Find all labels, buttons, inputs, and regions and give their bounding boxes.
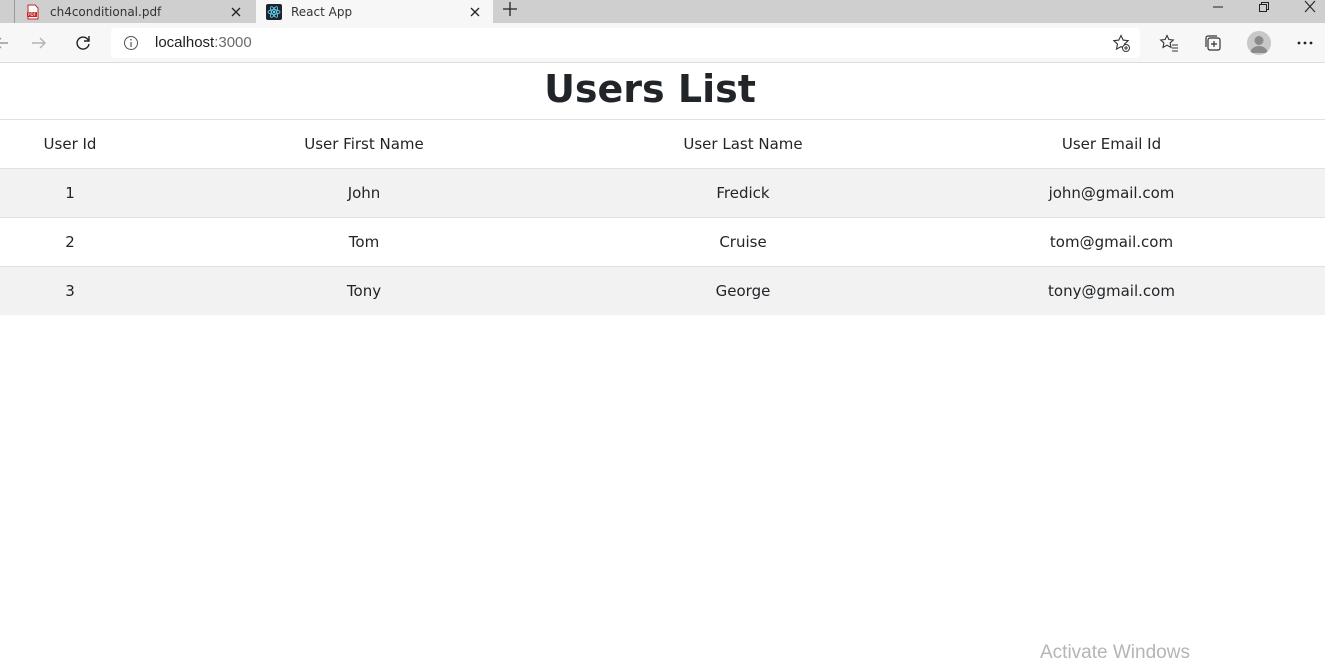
minimize-icon[interactable] <box>1210 0 1226 14</box>
column-header-email: User Email Id <box>898 119 1325 169</box>
add-favorite-icon[interactable] <box>1111 33 1131 53</box>
cell-email: john@gmail.com <box>898 168 1325 218</box>
close-window-icon[interactable] <box>1302 0 1318 14</box>
more-options-icon[interactable] <box>1295 33 1315 53</box>
refresh-icon[interactable] <box>73 33 93 53</box>
cell-email: tom@gmail.com <box>898 217 1325 267</box>
table-header-row: User Id User First Name User Last Name U… <box>0 119 1325 169</box>
cell-user-id: 3 <box>0 266 140 315</box>
info-icon[interactable] <box>123 35 139 51</box>
cell-first-name: Tom <box>140 217 588 267</box>
tab-pdf[interactable]: PDF ch4conditional.pdf <box>14 0 254 23</box>
browser-tab-strip: PDF ch4conditional.pdf React App <box>0 0 1325 23</box>
cell-email: tony@gmail.com <box>898 266 1325 315</box>
column-header-last-name: User Last Name <box>588 119 898 169</box>
cell-user-id: 2 <box>0 217 140 267</box>
cell-user-id: 1 <box>0 168 140 218</box>
person-icon <box>1250 36 1268 53</box>
users-table: User Id User First Name User Last Name U… <box>0 119 1325 315</box>
restore-icon[interactable] <box>1256 0 1272 14</box>
back-icon[interactable] <box>0 33 12 53</box>
url-port: :3000 <box>214 34 252 51</box>
close-icon[interactable] <box>467 4 483 20</box>
table-row: 1 John Fredick john@gmail.com <box>0 168 1325 218</box>
tab-title: React App <box>291 4 353 19</box>
url-host: localhost <box>155 34 215 51</box>
cell-last-name: Fredick <box>588 168 898 218</box>
address-bar[interactable]: localhost:3000 <box>111 28 1140 58</box>
collections-icon[interactable] <box>1203 33 1223 53</box>
cell-last-name: Cruise <box>588 217 898 267</box>
pdf-icon: PDF <box>27 4 39 19</box>
page-title: Users List <box>544 67 756 111</box>
browser-toolbar: localhost:3000 <box>0 23 1325 63</box>
tab-title: ch4conditional.pdf <box>50 4 162 19</box>
svg-text:PDF: PDF <box>28 12 36 17</box>
cell-first-name: Tony <box>140 266 588 315</box>
table-row: 3 Tony George tony@gmail.com <box>0 266 1325 315</box>
activate-windows-watermark: Activate Windows <box>1040 642 1190 663</box>
react-logo-icon <box>266 3 282 20</box>
column-header-user-id: User Id <box>0 119 140 169</box>
cell-last-name: George <box>588 266 898 315</box>
url-text[interactable]: localhost:3000 <box>155 34 252 52</box>
forward-icon[interactable] <box>29 33 49 53</box>
new-tab-icon[interactable] <box>501 0 519 18</box>
table-row: 2 Tom Cruise tom@gmail.com <box>0 217 1325 267</box>
profile-avatar[interactable] <box>1247 31 1271 55</box>
tab-react-app[interactable]: React App <box>256 0 493 23</box>
column-header-first-name: User First Name <box>140 119 588 169</box>
favorites-icon[interactable] <box>1159 33 1179 53</box>
cell-first-name: John <box>140 168 588 218</box>
close-icon[interactable] <box>228 4 244 20</box>
